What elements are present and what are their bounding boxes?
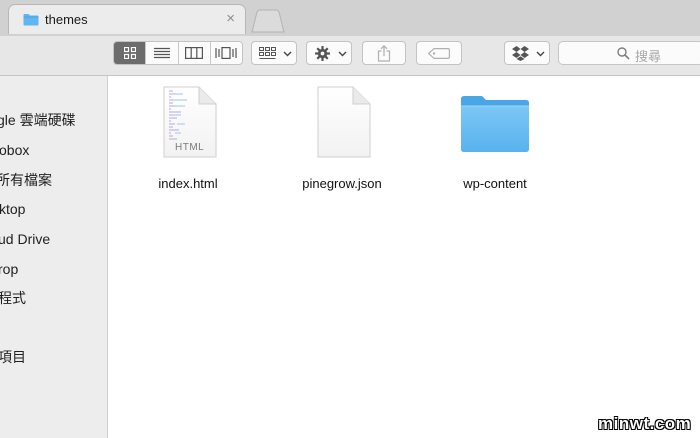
column-view-button[interactable] (179, 42, 211, 64)
toolbar: 搜尋 (0, 36, 700, 76)
chevron-down-icon (283, 51, 292, 57)
folder-icon (23, 13, 39, 31)
tab-bar: themes × (0, 0, 700, 36)
sidebar: gle 雲端硬碟 obox 所有檔案 ktop ud Drive rop 程式 … (0, 76, 108, 438)
sidebar-item-label: rop (0, 261, 19, 277)
icon-view-button[interactable] (114, 42, 147, 64)
chevron-down-icon (338, 51, 347, 57)
tag-icon (428, 48, 450, 59)
cover-flow-icon (215, 47, 237, 59)
watermark: minwt.com (598, 414, 692, 433)
list-view-button[interactable] (146, 42, 179, 64)
sidebar-item-label: obox (0, 142, 30, 158)
new-tab-button[interactable] (251, 9, 285, 33)
folder-icon (461, 96, 529, 152)
search-placeholder: 搜尋 (635, 49, 662, 64)
arrange-grid-icon (259, 47, 276, 59)
sidebar-item-label: ktop (0, 201, 26, 217)
view-mode-control (113, 41, 243, 65)
close-icon[interactable]: × (226, 10, 235, 27)
html-badge: HTML (175, 142, 205, 153)
cover-flow-view-button[interactable] (211, 42, 242, 64)
sidebar-item-downloads[interactable]: 項目 (0, 348, 26, 366)
file-item-pinegrow-json[interactable]: pinegrow.json (277, 86, 407, 196)
sidebar-item-icloud-drive[interactable]: ud Drive (0, 230, 50, 248)
sidebar-item-label: 程式 (0, 290, 26, 306)
file-name: index.html (158, 176, 218, 191)
json-document-icon (317, 86, 371, 158)
list-icon (153, 47, 170, 59)
file-item-index-html[interactable]: HTML index.html (123, 86, 253, 196)
sidebar-item-label: 所有檔案 (0, 172, 52, 188)
sidebar-item-label: gle 雲端硬碟 (0, 112, 76, 128)
tab-themes[interactable]: themes × (8, 4, 246, 34)
action-menu-button[interactable] (306, 41, 352, 65)
sidebar-item-desktop[interactable]: ktop (0, 200, 25, 218)
file-name: pinegrow.json (302, 176, 382, 191)
arrange-button[interactable] (251, 41, 297, 65)
file-name: wp-content (463, 176, 527, 191)
tags-button[interactable] (416, 41, 462, 65)
search-icon (617, 47, 630, 60)
share-button[interactable] (362, 41, 406, 65)
sidebar-item-dropbox[interactable]: obox (0, 141, 29, 159)
columns-icon (185, 47, 204, 59)
sidebar-item-label: ud Drive (0, 231, 51, 247)
sidebar-item-airdrop[interactable]: rop (0, 260, 18, 278)
dropbox-icon (512, 46, 529, 61)
grid-icon (123, 47, 136, 59)
sidebar-item-google-drive[interactable]: gle 雲端硬碟 (0, 111, 76, 129)
share-icon (377, 45, 391, 62)
sidebar-item-all-files[interactable]: 所有檔案 (0, 171, 52, 189)
search-field[interactable]: 搜尋 (558, 41, 700, 65)
chevron-down-icon (536, 51, 545, 57)
gear-icon (315, 46, 330, 61)
sidebar-item-label: 項目 (0, 349, 26, 365)
sidebar-item-applications[interactable]: 程式 (0, 289, 26, 307)
file-item-wp-content[interactable]: wp-content (430, 86, 560, 196)
dropbox-button[interactable] (504, 41, 550, 65)
tab-title: themes (45, 12, 88, 27)
